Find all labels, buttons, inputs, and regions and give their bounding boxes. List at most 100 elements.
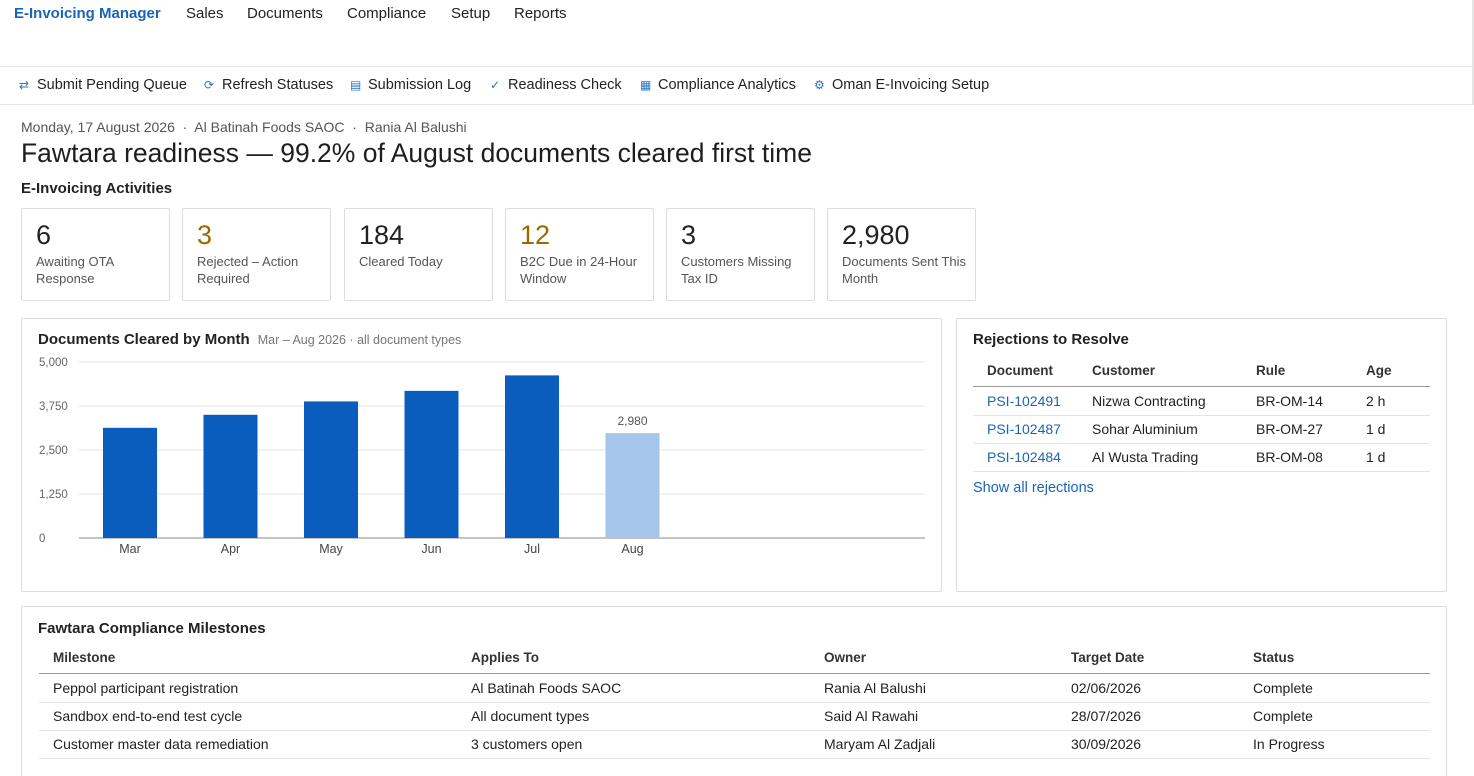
- column-header[interactable]: Status: [1253, 643, 1430, 674]
- kpi-value: 2,980: [842, 220, 910, 250]
- y-tick-label: 3,750: [39, 401, 68, 413]
- y-tick-label: 0: [39, 533, 45, 545]
- kpi-cleared-today[interactable]: 184 Cleared Today: [344, 208, 493, 301]
- rejections-panel: Rejections to Resolve Document Customer …: [956, 318, 1447, 592]
- table-row[interactable]: PSI-102484 Al Wusta Trading BR-OM-08 1 d: [973, 443, 1430, 472]
- kpi-b2c-due[interactable]: 12 B2C Due in 24-Hour Window: [505, 208, 654, 301]
- x-tick-label: Jul: [524, 542, 540, 556]
- table-row[interactable]: Customer master data remediation 3 custo…: [39, 730, 1430, 759]
- x-tick-label: May: [319, 542, 343, 556]
- data-label: 2,980: [617, 414, 647, 428]
- kpi-value: 3: [197, 220, 213, 250]
- nav-documents[interactable]: Documents: [247, 5, 323, 22]
- action-label: Oman E-Invoicing Setup: [832, 77, 990, 93]
- status-cell: Complete: [1253, 673, 1430, 703]
- nav-sales[interactable]: Sales: [186, 5, 224, 22]
- grid-icon: ▦: [640, 78, 652, 92]
- target-date-cell: 28/07/2026: [1071, 702, 1253, 731]
- submit-pending-queue-button[interactable]: ⇄ Submit Pending Queue: [19, 77, 187, 93]
- milestones-table: Milestone Applies To Owner Target Date S…: [39, 643, 1430, 759]
- kpi-label: Rejected – Action Required: [197, 254, 299, 286]
- milestones-title: Fawtara Compliance Milestones: [38, 620, 266, 637]
- kpi-value: 3: [681, 220, 697, 250]
- top-nav: E-Invoicing Manager Sales Documents Comp…: [0, 0, 1474, 67]
- bar-chart: 0 1,250 2,500 3,750 5,000 Mar Apr May Jun Jul Aug 2…: [39, 357, 925, 556]
- column-header[interactable]: Customer: [1092, 356, 1256, 387]
- oman-einvoicing-setup-button[interactable]: ⚙ Oman E-Invoicing Setup: [814, 77, 989, 93]
- nav-compliance[interactable]: Compliance: [347, 5, 426, 22]
- bar[interactable]: [103, 427, 157, 538]
- kpi-label: Cleared Today: [359, 254, 443, 269]
- refresh-icon: ⟳: [204, 78, 215, 92]
- kpi-label: B2C Due in 24-Hour Window: [520, 254, 638, 286]
- action-label: Refresh Statuses: [222, 77, 334, 93]
- x-tick-label: Apr: [221, 542, 240, 556]
- applies-to-cell: 3 customers open: [471, 730, 824, 759]
- y-tick-label: 5,000: [39, 357, 68, 369]
- applies-to-cell: All document types: [471, 702, 824, 731]
- y-tick-label: 2,500: [39, 445, 68, 457]
- bar[interactable]: [505, 375, 559, 538]
- action-label: Submission Log: [368, 77, 472, 93]
- customer-cell: Nizwa Contracting: [1092, 386, 1256, 416]
- bar[interactable]: [203, 414, 258, 538]
- table-header-row: Document Customer Rule Age: [973, 356, 1430, 387]
- show-all-rejections-link[interactable]: Show all rejections: [973, 480, 1094, 496]
- milestone-cell: Customer master data remediation: [39, 730, 471, 759]
- kpi-rejected[interactable]: 3 Rejected – Action Required: [182, 208, 331, 301]
- column-header[interactable]: Owner: [824, 643, 1071, 674]
- bar[interactable]: [404, 390, 459, 538]
- page-title: Fawtara readiness — 99.2% of August docu…: [21, 138, 812, 168]
- column-header[interactable]: Milestone: [39, 643, 471, 674]
- table-header-row: Milestone Applies To Owner Target Date S…: [39, 643, 1430, 674]
- table-row[interactable]: PSI-102491 Nizwa Contracting BR-OM-14 2 …: [973, 386, 1430, 416]
- brand-link[interactable]: E-Invoicing Manager: [14, 5, 161, 22]
- milestone-cell: Peppol participant registration: [39, 673, 471, 703]
- document-link[interactable]: PSI-102487: [973, 415, 1092, 444]
- bar[interactable]: [605, 433, 660, 538]
- customer-cell: Sohar Aluminium: [1092, 415, 1256, 444]
- bar[interactable]: [304, 401, 358, 538]
- table-row[interactable]: Sandbox end-to-end test cycle All docume…: [39, 702, 1430, 731]
- table-row[interactable]: PSI-102487 Sohar Aluminium BR-OM-27 1 d: [973, 415, 1430, 444]
- owner-cell: Maryam Al Zadjali: [824, 730, 1071, 759]
- rejections-title: Rejections to Resolve: [973, 331, 1129, 348]
- kpi-missing-tax-id[interactable]: 3 Customers Missing Tax ID: [666, 208, 815, 301]
- column-header[interactable]: Applies To: [471, 643, 824, 674]
- age-cell: 2 h: [1366, 386, 1430, 416]
- readiness-check-button[interactable]: ✓ Readiness Check: [490, 77, 622, 93]
- nav-setup[interactable]: Setup: [451, 5, 490, 22]
- refresh-statuses-button[interactable]: ⟳ Refresh Statuses: [204, 77, 333, 93]
- log-icon: ▤: [350, 78, 362, 92]
- kpi-value: 184: [359, 220, 405, 250]
- y-tick-label: 1,250: [39, 489, 68, 501]
- milestones-panel: Fawtara Compliance Milestones Milestone …: [21, 606, 1447, 776]
- customer-cell: Al Wusta Trading: [1092, 443, 1256, 472]
- rule-cell: BR-OM-27: [1256, 415, 1366, 444]
- kpi-awaiting-ota[interactable]: 6 Awaiting OTA Response: [21, 208, 170, 301]
- kpi-documents-sent[interactable]: 2,980 Documents Sent This Month: [827, 208, 976, 301]
- nav-reports[interactable]: Reports: [514, 5, 567, 22]
- rejections-table: Document Customer Rule Age PSI-102491 Ni…: [973, 356, 1430, 472]
- target-date-cell: 02/06/2026: [1071, 673, 1253, 703]
- column-header[interactable]: Rule: [1256, 356, 1366, 387]
- table-row[interactable]: Peppol participant registration Al Batin…: [39, 673, 1430, 703]
- document-link[interactable]: PSI-102491: [973, 386, 1092, 416]
- action-label: Readiness Check: [508, 77, 622, 93]
- column-header[interactable]: Target Date: [1071, 643, 1253, 674]
- status-cell: Complete: [1253, 702, 1430, 731]
- applies-to-cell: Al Batinah Foods SAOC: [471, 673, 824, 703]
- gear-icon: ⚙: [814, 78, 825, 92]
- milestone-cell: Sandbox end-to-end test cycle: [39, 702, 471, 731]
- action-label: Compliance Analytics: [658, 77, 796, 93]
- x-tick-label: Jun: [421, 542, 441, 556]
- page-meta: Monday, 17 August 2026 · Al Batinah Food…: [21, 119, 467, 135]
- column-header[interactable]: Document: [973, 356, 1092, 387]
- document-link[interactable]: PSI-102484: [973, 443, 1092, 472]
- compliance-analytics-button[interactable]: ▦ Compliance Analytics: [640, 77, 796, 93]
- submission-log-button[interactable]: ▤ Submission Log: [350, 77, 471, 93]
- kpi-label: Documents Sent This Month: [842, 254, 967, 286]
- target-date-cell: 30/09/2026: [1071, 730, 1253, 759]
- column-header[interactable]: Age: [1366, 356, 1430, 387]
- section-title: E-Invoicing Activities: [21, 180, 173, 197]
